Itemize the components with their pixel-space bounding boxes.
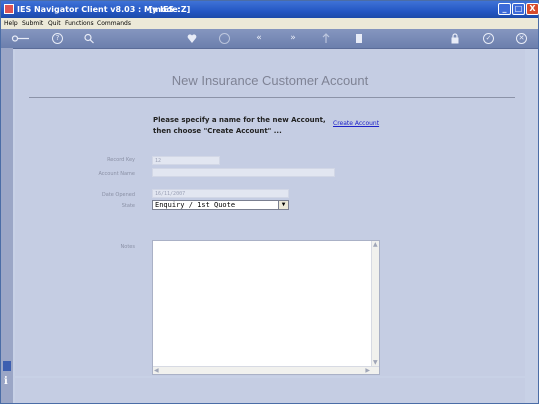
info-icon[interactable]: i bbox=[4, 376, 8, 387]
notes-label: Notes bbox=[120, 244, 135, 250]
side-tab[interactable] bbox=[3, 361, 11, 371]
upload-icon[interactable] bbox=[321, 32, 331, 45]
heart-icon[interactable] bbox=[187, 32, 197, 45]
instruction-line-1: Please specify a name for the new Accoun… bbox=[153, 116, 326, 124]
title-divider bbox=[29, 97, 515, 98]
menu-help[interactable]: Help bbox=[4, 20, 18, 27]
record-key-label: Record Key bbox=[107, 157, 135, 163]
refresh-icon[interactable] bbox=[219, 33, 230, 44]
menu-submit[interactable]: Submit bbox=[22, 20, 43, 27]
instructions: Please specify a name for the new Accoun… bbox=[153, 115, 326, 137]
menu-bar: Help Submit Quit Functions Commands bbox=[1, 18, 538, 29]
chevron-down-icon[interactable]: ▼ bbox=[278, 201, 288, 209]
status-area bbox=[15, 378, 525, 403]
page-title: New Insurance Customer Account bbox=[171, 73, 369, 88]
menu-commands[interactable]: Commands bbox=[97, 20, 131, 27]
date-opened-field[interactable]: 16/11/2007 bbox=[152, 189, 289, 198]
title-bar: IES Navigator Client v8.03 : My IES : [m… bbox=[1, 1, 539, 18]
document-icon[interactable] bbox=[355, 32, 363, 45]
toolbar: ? « » ✓ ✕ bbox=[1, 29, 538, 49]
app-window: IES Navigator Client v8.03 : My IES : [m… bbox=[0, 0, 539, 404]
notes-horizontal-scrollbar[interactable]: ◀ ▶ bbox=[153, 366, 379, 374]
account-name-field[interactable] bbox=[152, 168, 335, 177]
side-strip: i bbox=[1, 48, 13, 403]
date-opened-label: Date Opened bbox=[101, 192, 135, 198]
close-button[interactable]: X bbox=[526, 3, 539, 15]
state-label: State bbox=[121, 203, 135, 209]
scroll-left-icon[interactable]: ◀ bbox=[154, 367, 159, 374]
menu-quit[interactable]: Quit bbox=[48, 20, 61, 27]
create-account-link[interactable]: Create Account bbox=[333, 120, 379, 127]
scroll-up-icon[interactable]: ▲ bbox=[373, 241, 378, 248]
mode-indicator: [mode:Z] bbox=[149, 5, 191, 14]
app-icon bbox=[4, 4, 14, 14]
next-icon[interactable]: » bbox=[287, 32, 299, 45]
scroll-down-icon[interactable]: ▼ bbox=[373, 359, 378, 366]
account-name-label: Account Name bbox=[98, 171, 135, 177]
instruction-line-2: then choose "Create Account" ... bbox=[153, 127, 282, 135]
state-select[interactable]: Enquiry / 1st Quote ▼ bbox=[152, 200, 289, 210]
key-icon[interactable] bbox=[11, 32, 31, 45]
ok-icon[interactable]: ✓ bbox=[483, 33, 494, 44]
scroll-right-icon[interactable]: ▶ bbox=[365, 367, 370, 374]
record-key-field: 12 bbox=[152, 156, 220, 165]
form-panel: New Insurance Customer Account Please sp… bbox=[15, 49, 525, 376]
maximize-button[interactable]: □ bbox=[512, 3, 525, 15]
previous-icon[interactable]: « bbox=[253, 32, 265, 45]
notes-vertical-scrollbar[interactable]: ▲ ▼ bbox=[371, 241, 379, 374]
minimize-button[interactable]: _ bbox=[498, 3, 511, 15]
cancel-icon[interactable]: ✕ bbox=[516, 33, 527, 44]
state-value: Enquiry / 1st Quote bbox=[155, 201, 236, 209]
menu-functions[interactable]: Functions bbox=[65, 20, 94, 27]
lock-icon[interactable] bbox=[449, 32, 461, 45]
help-icon[interactable]: ? bbox=[52, 33, 63, 44]
search-icon[interactable] bbox=[83, 32, 95, 45]
notes-textarea[interactable]: ▲ ▼ ◀ ▶ bbox=[152, 240, 380, 375]
